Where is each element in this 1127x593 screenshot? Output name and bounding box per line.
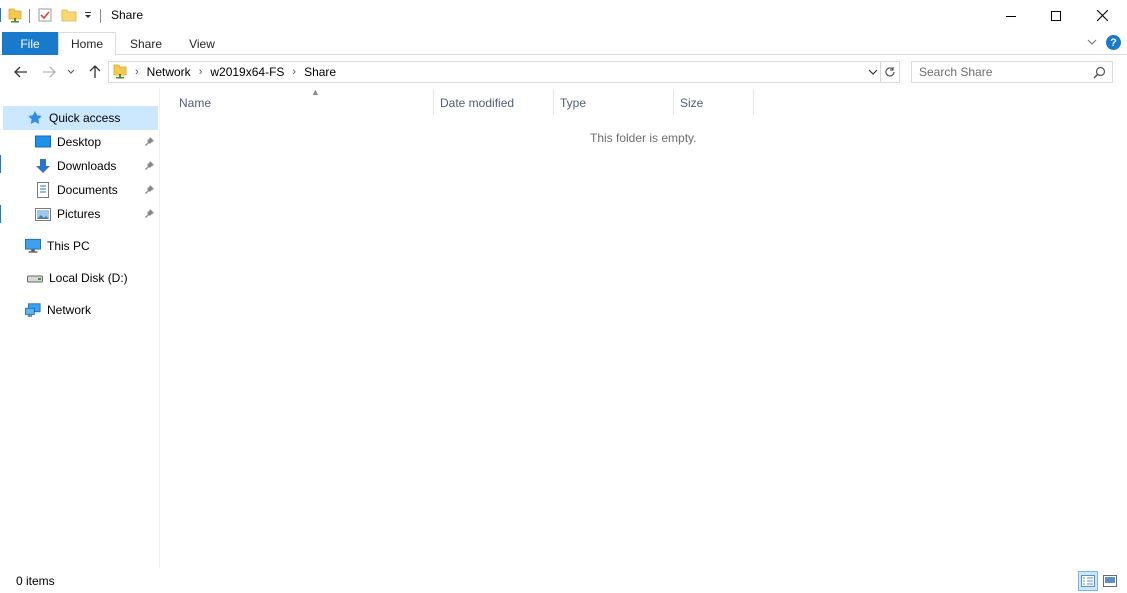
forward-button[interactable] [39, 63, 59, 81]
document-icon [35, 182, 51, 198]
minimize-button[interactable] [988, 0, 1034, 31]
nav-item-downloads[interactable]: Downloads [3, 154, 158, 178]
ribbon: File Home Share View ? [0, 31, 1127, 56]
refresh-icon [885, 67, 895, 77]
nav-label: Network [47, 303, 92, 317]
column-label: Name [179, 95, 212, 110]
large-icons-view-button[interactable] [1100, 571, 1120, 591]
refresh-button[interactable] [881, 61, 900, 83]
window-edge-accent [0, 8, 1, 22]
arrow-left-icon [14, 66, 27, 78]
sort-ascending-icon: ▲ [311, 87, 320, 97]
file-list[interactable]: Name ▲ Date modified Type Size This fold… [161, 87, 1127, 568]
details-view-button[interactable] [1078, 571, 1098, 591]
arrow-up-icon [89, 65, 101, 78]
item-count: 0 items [16, 574, 55, 588]
title-bar: Share [0, 0, 1127, 31]
nav-item-quick-access[interactable]: Quick access [3, 106, 158, 130]
breadcrumb-share[interactable]: Share [304, 65, 336, 79]
new-folder-icon[interactable] [61, 7, 77, 26]
nav-label: Local Disk (D:) [49, 271, 128, 285]
expand-ribbon-button[interactable] [1086, 36, 1100, 50]
download-arrow-icon [35, 158, 51, 174]
toolbar-divider [29, 9, 30, 23]
status-bar: 0 items [0, 568, 1127, 593]
pictures-icon [35, 206, 51, 222]
address-history-button[interactable] [868, 66, 878, 80]
details-view-icon [1081, 575, 1095, 587]
navigation-pane: Quick access Desktop Downloads Documents [0, 88, 160, 568]
tab-home[interactable]: Home [58, 32, 116, 56]
nav-item-network[interactable]: Network [3, 298, 158, 322]
nav-label: This PC [47, 239, 90, 253]
arrow-right-icon [43, 66, 56, 78]
pin-icon[interactable] [144, 136, 155, 150]
up-button[interactable] [85, 63, 105, 81]
star-icon [27, 110, 43, 126]
tab-file[interactable]: File [2, 32, 58, 55]
column-label: Type [560, 95, 587, 110]
breadcrumb-separator[interactable]: › [292, 66, 296, 78]
nav-label: Quick access [49, 111, 121, 125]
recent-locations-button[interactable] [64, 63, 78, 81]
search-icon[interactable] [1093, 66, 1106, 82]
tab-share[interactable]: Share [118, 32, 174, 56]
nav-item-local-disk[interactable]: Local Disk (D:) [3, 266, 158, 290]
column-header-type[interactable]: Type [554, 90, 674, 115]
chevron-down-icon [67, 69, 75, 74]
chevron-down-icon [868, 69, 878, 75]
nav-item-pictures[interactable]: Pictures [3, 202, 158, 226]
maximize-icon [1051, 10, 1061, 21]
search-input[interactable] [912, 65, 1082, 79]
customize-toolbar-icon[interactable] [83, 9, 93, 23]
pin-icon[interactable] [144, 208, 155, 222]
breadcrumb-separator[interactable]: › [135, 66, 139, 78]
window-edge-accent [0, 205, 1, 223]
nav-label: Desktop [57, 135, 102, 149]
help-button[interactable]: ? [1106, 35, 1121, 50]
nav-item-documents[interactable]: Documents [3, 178, 158, 202]
pin-icon[interactable] [144, 160, 155, 174]
breadcrumb-separator[interactable]: › [199, 66, 203, 78]
nav-item-this-pc[interactable]: This PC [3, 234, 158, 258]
maximize-button[interactable] [1033, 0, 1079, 31]
back-button[interactable] [11, 63, 31, 81]
network-icon [25, 302, 41, 318]
navigation-bar: › Network › w2019x64-FS › Share [0, 56, 1127, 88]
column-header-date-modified[interactable]: Date modified [434, 90, 554, 115]
search-box[interactable] [911, 61, 1113, 83]
large-icons-view-icon [1103, 575, 1117, 587]
address-bar[interactable]: › Network › w2019x64-FS › Share [108, 61, 881, 83]
column-label: Size [680, 95, 704, 110]
monitor-icon [25, 238, 41, 254]
empty-folder-message: This folder is empty. [590, 131, 697, 145]
column-label: Date modified [440, 95, 515, 110]
breadcrumb-server[interactable]: w2019x64-FS [210, 65, 284, 79]
nav-label: Downloads [57, 159, 117, 173]
quick-access-toolbar [8, 6, 108, 26]
chevron-down-icon [1087, 39, 1097, 45]
nav-label: Documents [57, 183, 118, 197]
network-share-icon [8, 7, 22, 26]
toolbar-divider [100, 9, 101, 23]
column-header-name[interactable]: Name ▲ [173, 87, 434, 115]
nav-label: Pictures [57, 207, 101, 221]
tab-view[interactable]: View [176, 32, 228, 56]
close-icon [1096, 10, 1108, 21]
close-button[interactable] [1079, 0, 1125, 31]
window-edge-accent [0, 155, 1, 173]
network-share-icon [113, 63, 127, 82]
properties-icon[interactable] [37, 7, 53, 26]
breadcrumb-network[interactable]: Network [147, 65, 191, 79]
nav-item-desktop[interactable]: Desktop [3, 130, 158, 154]
column-header-size[interactable]: Size [674, 90, 754, 115]
desktop-icon [35, 134, 51, 150]
window-title: Share [111, 8, 144, 22]
pin-icon[interactable] [144, 184, 155, 198]
minimize-icon [1006, 15, 1016, 17]
drive-icon [27, 270, 43, 286]
